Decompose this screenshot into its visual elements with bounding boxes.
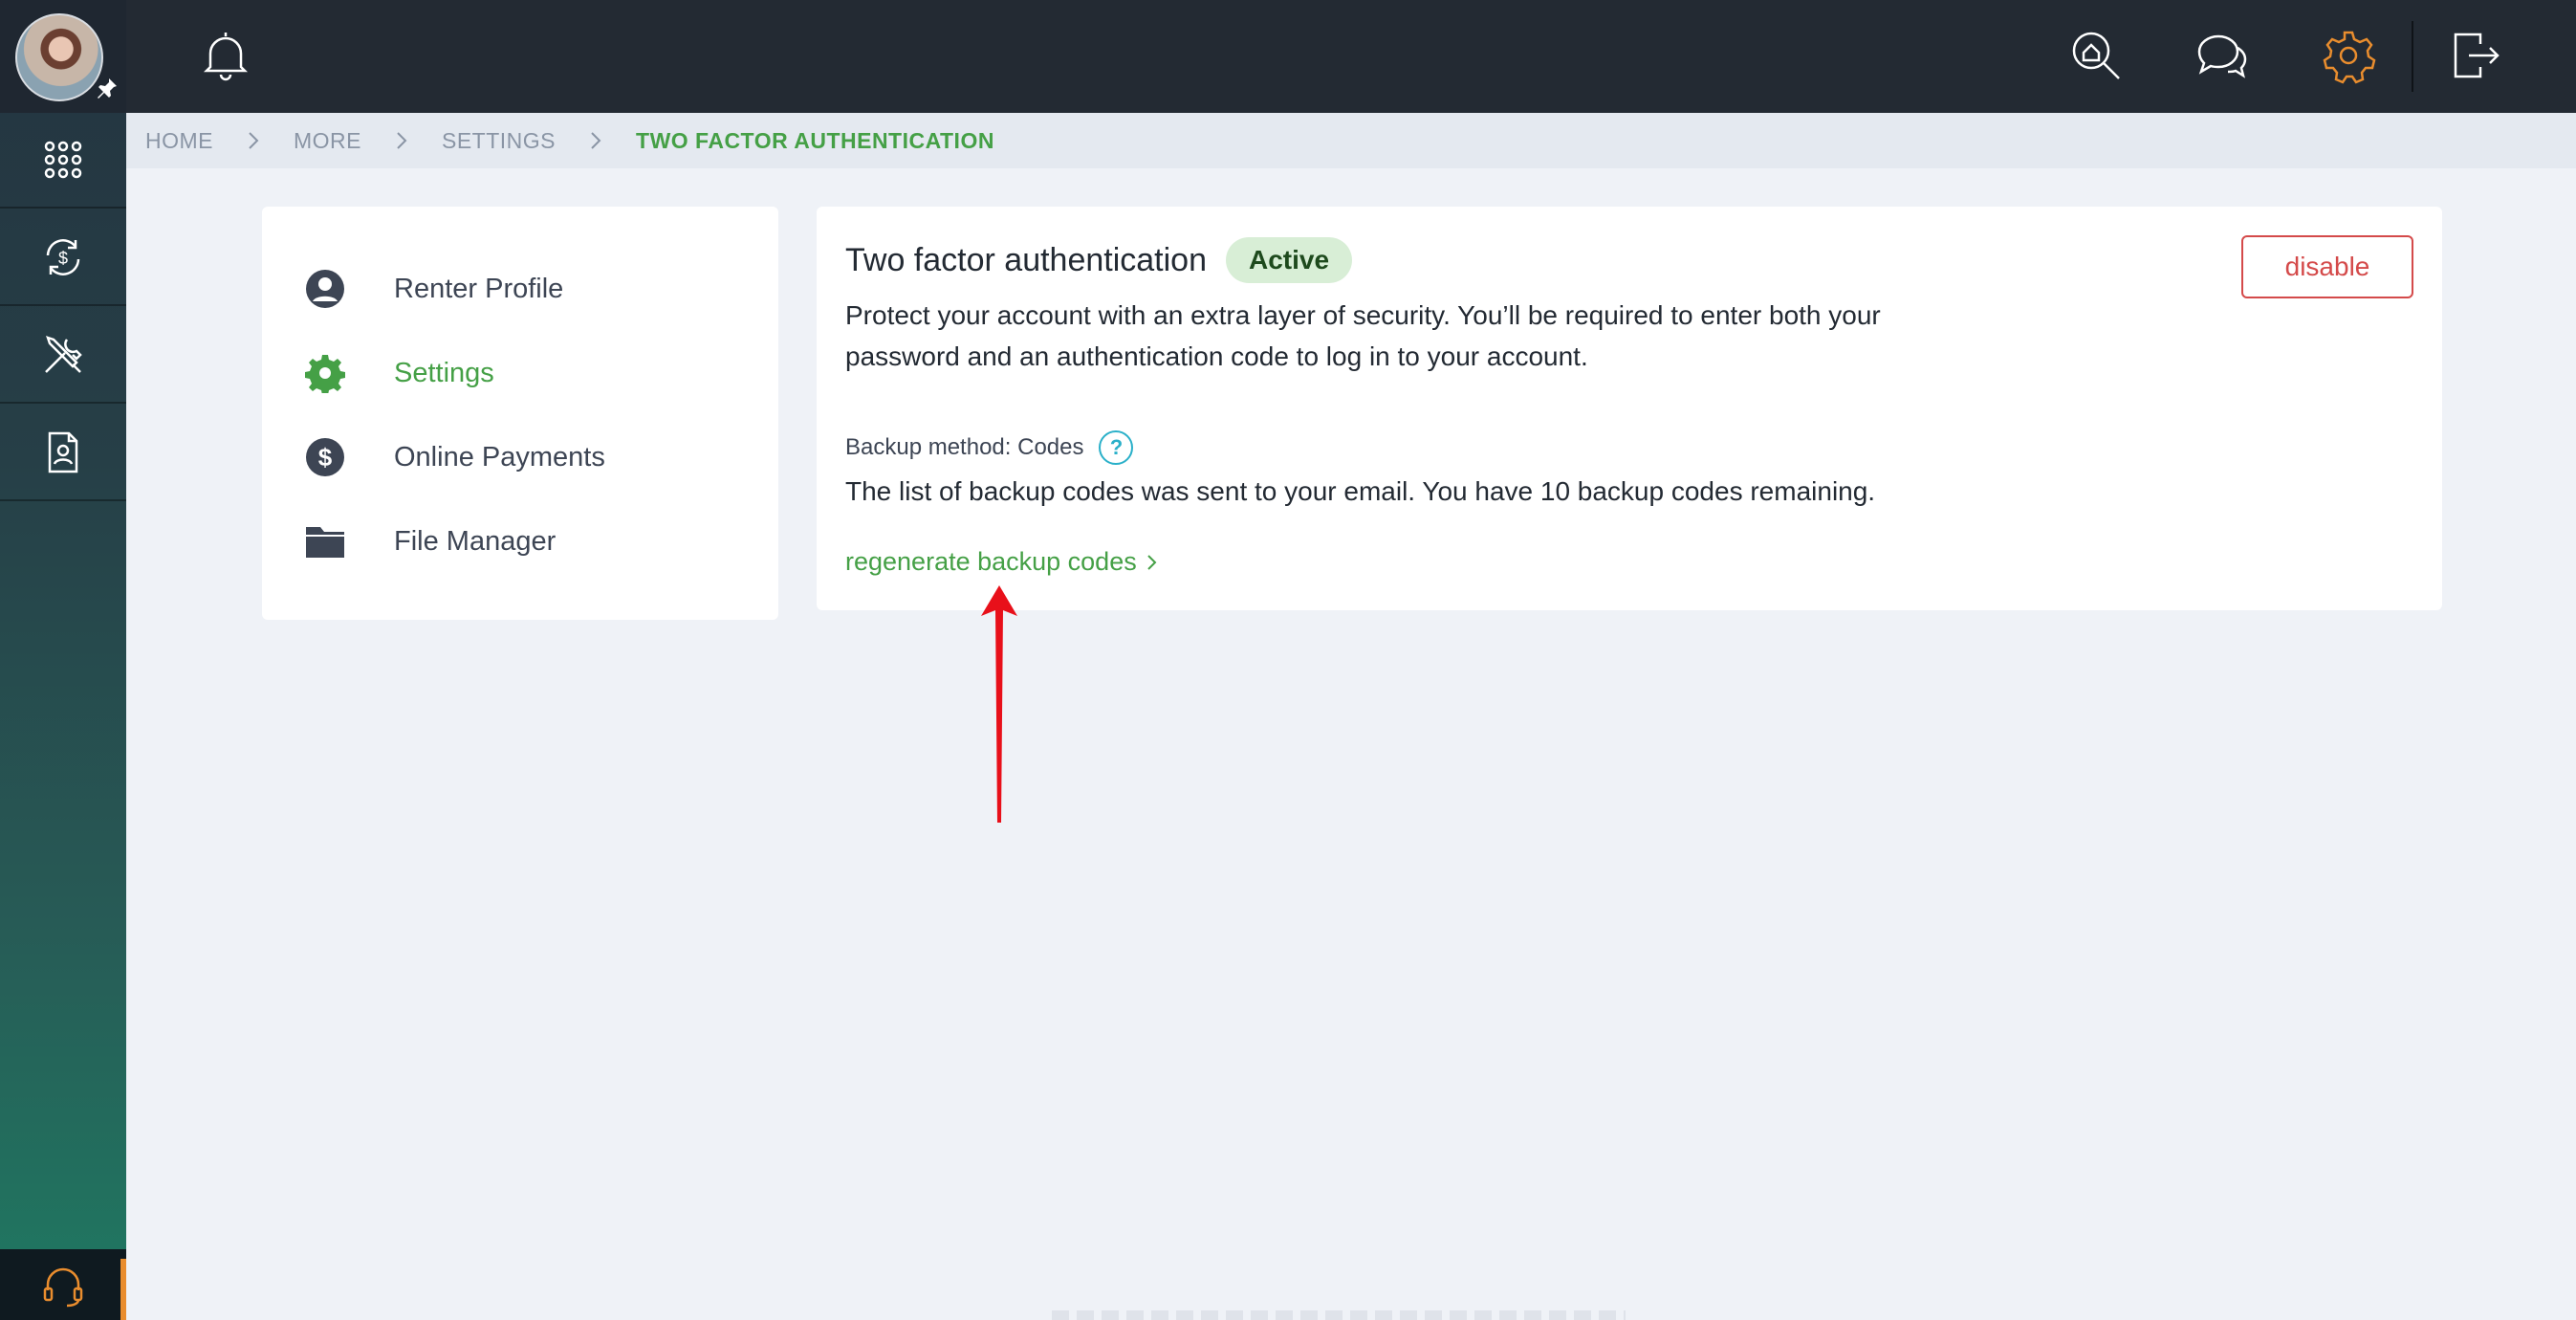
breadcrumb-more[interactable]: MORE <box>294 128 361 154</box>
rail-tenant[interactable] <box>0 406 126 501</box>
user-circle-icon <box>304 268 346 310</box>
regenerate-backup-codes-link[interactable]: regenerate backup codes <box>845 547 1160 577</box>
bell-icon[interactable] <box>197 27 254 84</box>
backup-codes-text: The list of backup codes was sent to you… <box>845 476 1876 506</box>
menu-item-label: Renter Profile <box>394 273 564 304</box>
gear-icon[interactable] <box>2320 27 2377 84</box>
menu-item-label: File Manager <box>394 525 557 557</box>
annotation-arrow <box>981 585 1017 823</box>
menu-item-renter-profile[interactable]: Renter Profile <box>304 260 563 318</box>
rail-payments[interactable]: $ <box>0 210 126 306</box>
search-home-icon[interactable] <box>2067 27 2125 84</box>
gear-icon <box>304 352 346 394</box>
chevron-right-icon <box>382 129 421 152</box>
breadcrumb-home[interactable]: HOME <box>145 128 213 154</box>
topbar-divider <box>2412 21 2413 92</box>
title-row: Two factor authentication Active <box>845 237 1353 283</box>
rail-tools[interactable] <box>0 308 126 404</box>
settings-menu: Renter Profile Settings $ Online Payment… <box>262 207 778 620</box>
chevron-right-icon <box>234 129 273 152</box>
breadcrumb-settings[interactable]: SETTINGS <box>442 128 556 154</box>
chevron-right-icon <box>1147 554 1157 570</box>
menu-item-label: Online Payments <box>394 441 605 473</box>
pin-icon[interactable] <box>96 77 119 99</box>
help-icon[interactable]: ? <box>1099 430 1134 465</box>
regenerate-label: regenerate backup codes <box>845 547 1137 576</box>
folder-icon <box>304 520 346 562</box>
tenant-document-icon <box>48 431 78 473</box>
chevron-right-icon <box>577 129 615 152</box>
footer-text <box>1052 1310 1626 1320</box>
breadcrumb: HOME MORE SETTINGS TWO FACTOR AUTHENTICA… <box>126 113 2576 168</box>
left-rail: $ <box>0 0 126 1320</box>
rail-support[interactable] <box>0 1249 126 1320</box>
payments-cycle-icon: $ <box>46 239 80 275</box>
svg-text:$: $ <box>318 443 333 472</box>
rail-accent-bar <box>120 1259 126 1320</box>
top-bar <box>126 0 2576 113</box>
backup-method-row: Backup method: Codes ? <box>845 430 1134 465</box>
status-badge: Active <box>1226 237 1353 283</box>
support-headset-icon <box>43 1267 83 1308</box>
rail-apps[interactable] <box>0 113 126 209</box>
menu-item-label: Settings <box>394 357 494 388</box>
avatar[interactable] <box>15 13 103 101</box>
logout-icon[interactable] <box>2446 27 2503 84</box>
backup-method-label: Backup method: Codes <box>845 434 1084 460</box>
avatar-slot <box>0 0 126 113</box>
two-factor-card: Two factor authentication Active disable… <box>817 207 2442 610</box>
page-title: Two factor authentication <box>845 241 1208 278</box>
menu-item-file-manager[interactable]: File Manager <box>304 513 556 570</box>
menu-item-settings[interactable]: Settings <box>304 344 494 402</box>
description-text: Protect your account with an extra layer… <box>845 300 1881 371</box>
svg-text:$: $ <box>58 249 68 268</box>
menu-item-online-payments[interactable]: $ Online Payments <box>304 429 605 486</box>
tools-icon <box>45 336 82 373</box>
disable-button[interactable]: disable <box>2241 235 2413 298</box>
chat-icon[interactable] <box>2194 27 2251 84</box>
apps-grid-icon <box>44 141 82 179</box>
breadcrumb-current: TWO FACTOR AUTHENTICATION <box>636 127 994 153</box>
dollar-circle-icon: $ <box>304 436 346 478</box>
